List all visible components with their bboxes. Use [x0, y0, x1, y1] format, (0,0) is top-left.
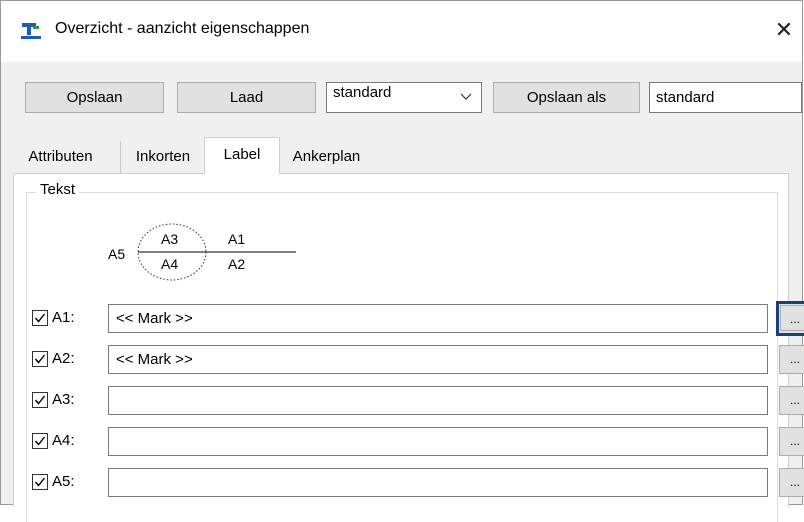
a4-label: A4: — [52, 432, 75, 449]
chevron-down-icon — [460, 93, 472, 100]
a1-browse-label: ... — [780, 305, 804, 331]
a1-checkbox[interactable] — [32, 310, 48, 326]
toolbar: Opslaan Laad standard Opslaan als standa… — [1, 62, 802, 125]
save-as-button[interactable]: Opslaan als — [493, 82, 640, 113]
a5-label: A5: — [52, 473, 75, 490]
tab-bar: Attributen Inkorten Label Ankerplan — [1, 137, 802, 174]
row-a2: A2: << Mark >> ... — [32, 344, 804, 376]
row-a5: A5: ... — [32, 467, 804, 499]
tab-label[interactable]: Label — [204, 137, 280, 174]
diagram-a2: A2 — [228, 256, 245, 272]
title-bar: Overzicht - aanzicht eigenschappen ✕ — [1, 1, 802, 62]
a1-browse-button[interactable]: ... — [776, 301, 804, 336]
load-button[interactable]: Laad — [177, 82, 316, 113]
preset-select[interactable]: standard — [326, 82, 482, 113]
a4-browse-button[interactable]: ... — [779, 427, 804, 456]
tab-inkorten[interactable]: Inkorten — [122, 141, 204, 173]
a1-input[interactable]: << Mark >> — [108, 304, 768, 333]
text-group-title: Tekst — [36, 181, 80, 198]
tab-ankerplan[interactable]: Ankerplan — [280, 141, 373, 173]
a4-checkbox[interactable] — [32, 433, 48, 449]
a2-label: A2: — [52, 350, 75, 367]
preset-select-value: standard — [333, 84, 392, 101]
a3-browse-button[interactable]: ... — [779, 386, 804, 415]
a5-checkbox[interactable] — [32, 474, 48, 490]
a2-browse-button[interactable]: ... — [779, 345, 804, 374]
a3-label: A3: — [52, 391, 75, 408]
a5-browse-button[interactable]: ... — [779, 468, 804, 497]
diagram-a3: A3 — [161, 231, 178, 247]
checkmark-icon — [34, 395, 46, 405]
properties-dialog: Overzicht - aanzicht eigenschappen ✕ Ops… — [0, 0, 804, 522]
window-title: Overzicht - aanzicht eigenschappen — [55, 20, 310, 37]
a2-input[interactable]: << Mark >> — [108, 345, 768, 374]
row-a4: A4: ... — [32, 426, 804, 458]
tab-attributen[interactable]: Attributen — [1, 141, 121, 173]
a3-input[interactable] — [108, 386, 768, 415]
diagram-a1: A1 — [228, 231, 245, 247]
checkmark-icon — [34, 477, 46, 487]
a3-checkbox[interactable] — [32, 392, 48, 408]
diagram-a4: A4 — [161, 256, 178, 272]
close-icon[interactable]: ✕ — [767, 13, 801, 47]
label-layout-diagram: A5 A3 A4 A1 A2 — [108, 223, 296, 281]
save-button[interactable]: Opslaan — [25, 82, 164, 113]
a4-input[interactable] — [108, 427, 768, 456]
tab-panel-label: Tekst A5 A3 A4 A1 A2 A1: << Mark >> ... … — [13, 173, 804, 522]
a1-label: A1: — [52, 309, 75, 326]
checkmark-icon — [34, 354, 46, 364]
save-as-name-input[interactable]: standard — [649, 82, 802, 113]
row-a1: A1: << Mark >> ... — [32, 301, 804, 336]
checkmark-icon — [34, 313, 46, 323]
row-a3: A3: ... — [32, 385, 804, 417]
app-icon — [21, 23, 41, 39]
diagram-a5: A5 — [108, 246, 125, 262]
a2-checkbox[interactable] — [32, 351, 48, 367]
a5-input[interactable] — [108, 468, 768, 497]
checkmark-icon — [34, 436, 46, 446]
